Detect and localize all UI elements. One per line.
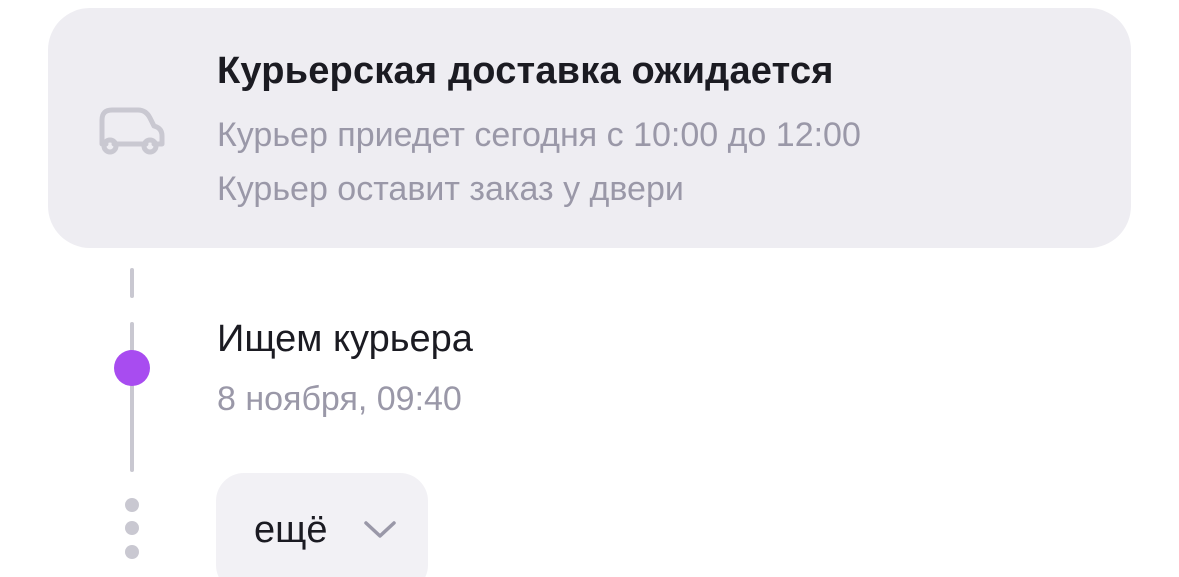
show-more-label: ещё xyxy=(254,509,328,551)
car-icon xyxy=(99,107,165,155)
timeline-more-dot xyxy=(125,545,139,559)
delivery-status-page: Курьерская доставка ожидается Курьер при… xyxy=(0,0,1179,577)
timeline-event-time: 8 ноября, 09:40 xyxy=(217,380,462,418)
delivery-instructions: Курьер оставит заказ у двери xyxy=(217,170,684,208)
delivery-time-window: Курьер приедет сегодня с 10:00 до 12:00 xyxy=(217,116,861,154)
timeline-more-dot xyxy=(125,521,139,535)
show-more-button[interactable]: ещё xyxy=(216,473,428,577)
timeline-more-dot xyxy=(125,498,139,512)
timeline-line xyxy=(130,322,134,472)
timeline-event-title: Ищем курьера xyxy=(217,318,473,360)
timeline-line-top xyxy=(130,268,134,298)
chevron-down-icon xyxy=(364,521,396,538)
delivery-title: Курьерская доставка ожидается xyxy=(217,50,834,92)
timeline-active-dot xyxy=(114,350,150,386)
